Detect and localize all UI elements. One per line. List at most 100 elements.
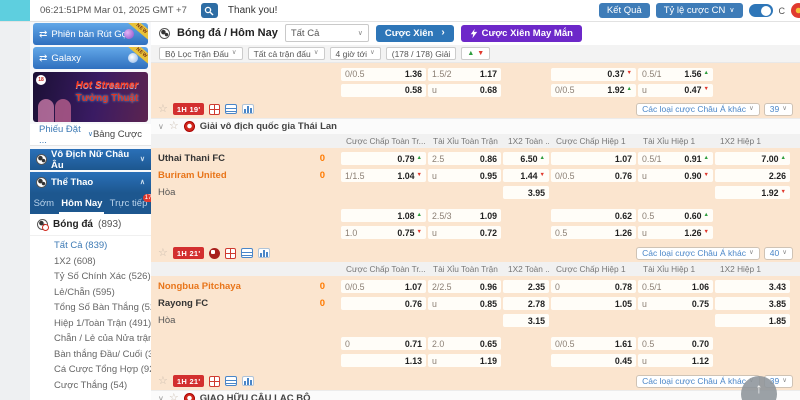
- version-switch-button[interactable]: ⇄ Phiên bản Rút Gọn NEW: [33, 23, 148, 45]
- odds-cell[interactable]: 0.62: [551, 209, 636, 222]
- sidebar-item-t-ng-s-b-n-th-ng[interactable]: Tổng Số Bàn Thắng (524): [30, 300, 151, 316]
- odds-cell[interactable]: u0.85: [428, 297, 501, 310]
- tab-today[interactable]: Hôm Nay: [59, 193, 104, 214]
- odds-cell[interactable]: 1.92▼: [715, 186, 790, 199]
- odds-cell[interactable]: 0.50.70: [638, 337, 713, 350]
- odds-cell[interactable]: u0.90▼: [638, 169, 713, 182]
- odds-cell[interactable]: u0.68: [428, 84, 501, 97]
- bet-count-dropdown[interactable]: 40∨: [764, 247, 793, 260]
- chart-icon[interactable]: [242, 104, 254, 114]
- odds-cell[interactable]: 7.00▲: [715, 152, 790, 165]
- odds-cell[interactable]: 0.51.26: [551, 226, 636, 239]
- odds-cell[interactable]: 0/0.51.92▲: [551, 84, 636, 97]
- odds-cell[interactable]: u0.75: [638, 297, 713, 310]
- odds-cell[interactable]: 0.79▲: [341, 152, 426, 165]
- odds-cell[interactable]: u0.95: [428, 169, 501, 182]
- odds-cell[interactable]: 0.45: [551, 354, 636, 367]
- odds-toggle[interactable]: [749, 4, 773, 17]
- layers-icon[interactable]: [225, 376, 237, 386]
- odds-cell[interactable]: 1.13: [341, 354, 426, 367]
- odds-cell[interactable]: 0.58: [341, 84, 426, 97]
- odds-cell[interactable]: 6.50▲: [503, 152, 549, 165]
- tab-bet-ticket[interactable]: Phiếu Đặt ... ∨: [30, 124, 93, 146]
- tab-live[interactable]: Trực tiếp 171: [108, 193, 150, 214]
- tab-bet-board[interactable]: Bảng Cược: [93, 129, 151, 140]
- odds-cell[interactable]: 3.15: [503, 314, 549, 327]
- galaxy-button[interactable]: ⇄ Galaxy NEW: [33, 47, 148, 69]
- odds-cell[interactable]: u1.26▼: [638, 226, 713, 239]
- odds-cell[interactable]: 0.50.60▲: [638, 209, 713, 222]
- odds-type-button[interactable]: Tỷ lệ cược CN ∨: [656, 3, 743, 18]
- odds-cell[interactable]: 00.71: [341, 337, 426, 350]
- odds-cell[interactable]: 2/2.50.96: [428, 280, 501, 293]
- collapse-chevron-icon[interactable]: ∨: [158, 123, 164, 131]
- parlay-button[interactable]: Cược Xiên ›: [376, 25, 454, 42]
- sidebar-item-hi-p-1-to-n-tr-n[interactable]: Hiệp 1/Toàn Trận (491): [30, 316, 151, 332]
- odds-cell[interactable]: 0/0.51.07: [341, 280, 426, 293]
- odds-cell[interactable]: 2.35: [503, 280, 549, 293]
- odds-cell[interactable]: 00.78: [551, 280, 636, 293]
- odds-cell[interactable]: 0/0.50.76: [551, 169, 636, 182]
- sidebar-section-euro[interactable]: Vô Địch Nữ Châu Âu ∨: [30, 149, 151, 170]
- tab-early[interactable]: Sớm: [32, 193, 56, 214]
- odds-cell[interactable]: 1.07: [551, 152, 636, 165]
- sidebar-item-t-t-c-[interactable]: Tất Cả (839): [30, 238, 151, 254]
- favorite-star-icon[interactable]: ☆: [158, 376, 168, 387]
- odds-cell[interactable]: 2.00.65: [428, 337, 501, 350]
- odds-cell[interactable]: 1.44▼: [503, 169, 549, 182]
- sidebar-item-l-ch-n[interactable]: Lẻ/Chẵn (595): [30, 285, 151, 301]
- sidebar-item-c-c-th-ng[interactable]: Cược Thắng (54): [30, 378, 151, 394]
- odds-cell[interactable]: u0.47▼: [638, 84, 713, 97]
- sidebar-item-c-c-c-t-ng-h-p[interactable]: Cá Cược Tổng Hợp (922): [30, 362, 151, 378]
- promo-banner[interactable]: 18 Hot Streamer Tưởng Thuật: [33, 72, 148, 122]
- odds-cell[interactable]: 1.5/21.17: [428, 68, 501, 81]
- chart-icon[interactable]: [258, 248, 270, 258]
- odds-cell[interactable]: 1/1.51.04▼: [341, 169, 426, 182]
- odds-cell[interactable]: 3.95: [503, 186, 549, 199]
- odds-cell[interactable]: u1.19: [428, 354, 501, 367]
- sidebar-item-1x2[interactable]: 1X2 (608): [30, 254, 151, 270]
- odds-cell[interactable]: 0/0.51.61: [551, 337, 636, 350]
- odds-cell[interactable]: 3.85: [715, 297, 790, 310]
- collapse-chevron-icon[interactable]: ∨: [158, 395, 164, 400]
- sidebar-item-b-n-th-ng-u-cu-i[interactable]: Bàn thắng Đầu/ Cuối (380): [30, 347, 151, 363]
- odds-cell[interactable]: 2.78: [503, 297, 549, 310]
- other-bets-dropdown[interactable]: Các loại cược Châu Á khác∨: [636, 375, 760, 388]
- other-bets-dropdown[interactable]: Các loại cược Châu Á khác∨: [636, 103, 760, 116]
- grid-icon[interactable]: [209, 104, 220, 115]
- sidebar-item-t-s-ch-nh-x-c[interactable]: Tỷ Số Chính Xác (526): [30, 269, 151, 285]
- sidebar-item-ch-n-l-c-a-n-a-tr-n-[interactable]: Chẵn / Lẻ của Nửa trận/... (482): [30, 331, 151, 347]
- filter-dropdown[interactable]: 4 giờ tới∨: [330, 47, 381, 60]
- layers-icon[interactable]: [225, 104, 237, 114]
- sort-control[interactable]: ▲ ▼: [461, 47, 490, 60]
- search-button[interactable]: [201, 3, 218, 18]
- bet-count-dropdown[interactable]: 39∨: [764, 103, 793, 116]
- odds-cell[interactable]: u0.72: [428, 226, 501, 239]
- odds-cell[interactable]: 2.5/31.09: [428, 209, 501, 222]
- sidebar-item-football[interactable]: Bóng đá (893): [30, 214, 151, 236]
- grid-icon[interactable]: [225, 248, 236, 259]
- odds-cell[interactable]: 1.08▲: [341, 209, 426, 222]
- layers-icon[interactable]: [241, 248, 253, 258]
- other-bets-dropdown[interactable]: Các loại cược Châu Á khác∨: [636, 247, 760, 260]
- odds-cell[interactable]: 0.5/10.91▲: [638, 152, 713, 165]
- filter-dropdown[interactable]: (178 / 178) Giải: [386, 47, 457, 60]
- odds-cell[interactable]: 3.43: [715, 280, 790, 293]
- corner-icon[interactable]: [209, 248, 220, 259]
- favorite-star-icon[interactable]: ☆: [169, 393, 179, 400]
- odds-cell[interactable]: 2.26: [715, 169, 790, 182]
- odds-cell[interactable]: 2.50.86: [428, 152, 501, 165]
- favorite-star-icon[interactable]: ☆: [158, 248, 168, 259]
- lucky-parlay-button[interactable]: Cược Xiên May Mắn: [461, 25, 582, 42]
- odds-cell[interactable]: 0.5/11.06: [638, 280, 713, 293]
- odds-cell[interactable]: 0.76: [341, 297, 426, 310]
- filter-dropdown[interactable]: Bộ Lọc Trận Đấu∨: [159, 47, 243, 60]
- chart-icon[interactable]: [242, 376, 254, 386]
- odds-cell[interactable]: 0/0.51.36: [341, 68, 426, 81]
- flag-icon[interactable]: [791, 3, 800, 18]
- favorite-star-icon[interactable]: ☆: [158, 104, 168, 115]
- favorite-star-icon[interactable]: ☆: [169, 121, 179, 132]
- odds-cell[interactable]: 0.5/11.56▲: [638, 68, 713, 81]
- sidebar-section-sports[interactable]: Thể Thao ∧: [30, 172, 151, 193]
- filter-dropdown[interactable]: Tất cả trận đấu∨: [248, 47, 325, 60]
